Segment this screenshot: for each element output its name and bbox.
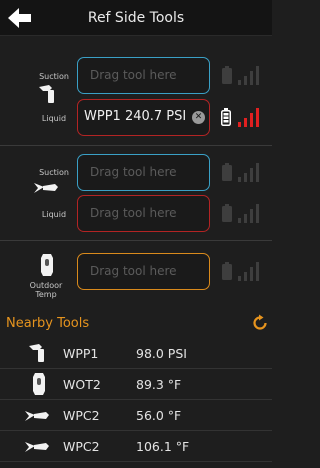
- tool-name: WPC2: [63, 408, 100, 423]
- nearby-tool-row[interactable]: WPP1 98.0 PSI: [0, 339, 272, 367]
- tool-name: WPP1: [63, 346, 99, 361]
- temp-label: Temp: [35, 290, 57, 299]
- outdoor-label: Outdoor: [29, 281, 63, 290]
- liquid-label: Liquid: [41, 210, 67, 219]
- outdoor-temp-probe-icon: [33, 373, 45, 395]
- clamp-thermometer-icon: [25, 442, 49, 452]
- battery-icon: [221, 108, 231, 126]
- tool-value: 106.1 °F: [136, 439, 190, 454]
- clamp-thermometer-icon: [25, 411, 49, 421]
- row-divider: [0, 368, 272, 369]
- row-divider: [0, 399, 272, 400]
- nearby-tool-row[interactable]: WOT2 89.3 °F: [0, 370, 272, 398]
- nearby-tool-row[interactable]: WPC2 106.1 °F: [0, 432, 272, 460]
- refresh-icon[interactable]: [251, 314, 269, 332]
- suction-slot[interactable]: Drag tool here: [77, 57, 210, 94]
- signal-icon: [238, 204, 259, 223]
- tool-value: 89.3 °F: [136, 377, 182, 392]
- signal-icon: [238, 66, 259, 85]
- signal-icon: [238, 163, 259, 182]
- liquid-slot[interactable]: Drag tool here: [77, 195, 210, 232]
- tool-value: 98.0 PSI: [136, 346, 187, 361]
- pressure-probe-icon: [39, 85, 54, 103]
- outdoor-temp-probe-icon: [41, 254, 53, 276]
- slot-placeholder: Drag tool here: [90, 206, 177, 220]
- battery-icon: [222, 262, 232, 280]
- slot-reading: WPP1 240.7 PSI: [84, 109, 187, 124]
- tool-name: WPC2: [63, 439, 100, 454]
- nearby-tool-row[interactable]: WPC2 56.0 °F: [0, 401, 272, 429]
- battery-icon: [222, 204, 232, 222]
- slot-placeholder: Drag tool here: [90, 264, 177, 278]
- row-divider: [0, 430, 272, 431]
- signal-icon: [238, 262, 259, 281]
- suction-slot[interactable]: Drag tool here: [77, 154, 210, 191]
- battery-icon: [222, 66, 232, 84]
- remove-tool-button[interactable]: ✕: [192, 111, 205, 124]
- signal-icon: [238, 108, 259, 127]
- slot-placeholder: Drag tool here: [90, 68, 177, 82]
- page-title: Ref Side Tools: [87, 10, 185, 26]
- slot-placeholder: Drag tool here: [90, 165, 177, 179]
- tool-name: WOT2: [63, 377, 101, 392]
- section-divider: [0, 240, 272, 241]
- battery-icon: [222, 163, 232, 181]
- nearby-tools-title: Nearby Tools: [6, 316, 90, 331]
- pressure-probe-icon: [29, 344, 44, 362]
- suction-label: Suction: [39, 168, 69, 177]
- section-divider: [0, 145, 272, 146]
- row-divider: [0, 461, 272, 462]
- liquid-slot[interactable]: WPP1 240.7 PSI ✕: [77, 99, 210, 136]
- suction-label: Suction: [39, 72, 69, 81]
- outdoor-temp-slot[interactable]: Drag tool here: [77, 253, 210, 290]
- clamp-thermometer-icon: [34, 183, 58, 193]
- liquid-label: Liquid: [41, 114, 67, 123]
- tool-value: 56.0 °F: [136, 408, 182, 423]
- header-bar: Ref Side Tools: [0, 0, 272, 36]
